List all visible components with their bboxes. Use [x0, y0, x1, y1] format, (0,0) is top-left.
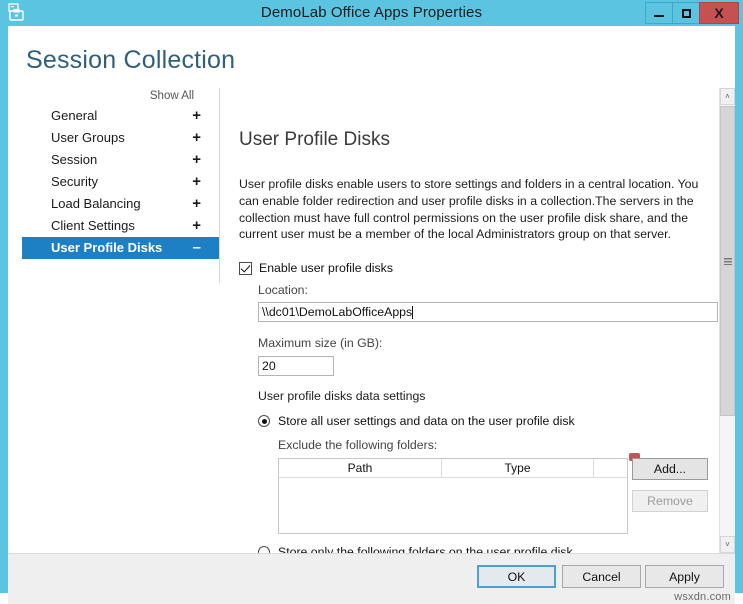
data-settings-label: User profile disks data settings [258, 389, 426, 403]
properties-window: DemoLab Office Apps Properties X Session… [0, 0, 743, 604]
show-all-link[interactable]: Show All [22, 88, 219, 105]
minimize-button[interactable] [645, 2, 673, 24]
expand-plus-icon: + [192, 217, 201, 234]
ok-button[interactable]: OK [477, 565, 556, 588]
expand-plus-icon: + [192, 151, 201, 168]
remove-button: Remove [632, 490, 708, 512]
sidebar-nav: Show All General + User Groups + Session… [22, 88, 219, 259]
window-controls: X [645, 2, 739, 24]
cancel-button[interactable]: Cancel [562, 565, 641, 588]
sidebar-item-user-profile-disks[interactable]: User Profile Disks – [22, 237, 219, 259]
nav-divider [219, 88, 220, 283]
page-title: Session Collection [26, 46, 236, 74]
location-input[interactable]: \\dc01\DemoLabOfficeApps [258, 302, 718, 322]
store-only-radio-row[interactable]: Store only the following folders on the … [258, 545, 573, 553]
expand-plus-icon: + [192, 107, 201, 124]
sidebar-item-load-balancing[interactable]: Load Balancing + [22, 193, 219, 215]
sidebar-item-general[interactable]: General + [22, 105, 219, 127]
close-icon: X [714, 5, 724, 21]
apply-button[interactable]: Apply [645, 565, 724, 588]
column-header-path[interactable]: Path [279, 459, 442, 477]
store-all-radio-row[interactable]: Store all user settings and data on the … [258, 414, 575, 428]
title-bar: DemoLab Office Apps Properties X [0, 0, 743, 26]
sidebar-item-label: User Groups [51, 130, 125, 145]
scrollbar-grip-icon [723, 257, 732, 265]
table-header-row: Path Type [279, 459, 627, 478]
table-body [279, 478, 627, 534]
sidebar-item-label: General [51, 108, 98, 123]
enable-user-profile-disks-label: Enable user profile disks [259, 261, 393, 275]
collapse-minus-icon: – [192, 239, 201, 256]
chevron-up-icon: ˄ [725, 91, 730, 101]
dialog-body: Session Collection Show All General + Us… [8, 26, 735, 604]
sidebar-item-label: Load Balancing [51, 196, 141, 211]
sidebar-item-label: Session [51, 152, 98, 167]
max-size-input-value: 20 [262, 359, 276, 373]
max-size-label: Maximum size (in GB): [258, 336, 383, 350]
exclude-folders-label: Exclude the following folders: [278, 438, 438, 452]
exclude-folders-table[interactable]: Path Type [278, 458, 628, 534]
enable-user-profile-disks-checkbox[interactable] [239, 261, 252, 275]
expand-plus-icon: + [192, 129, 201, 146]
pane-scrollbar[interactable]: ˄ ˅ [719, 88, 735, 553]
text-caret [412, 305, 414, 319]
store-only-radio-label: Store only the following folders on the … [278, 545, 573, 553]
sidebar-item-session[interactable]: Session + [22, 149, 219, 171]
add-button[interactable]: Add... [632, 458, 708, 480]
location-label: Location: [258, 283, 308, 297]
sidebar-item-security[interactable]: Security + [22, 171, 219, 193]
store-all-radio-label: Store all user settings and data on the … [278, 414, 575, 428]
scroll-down-button[interactable]: ˅ [720, 536, 735, 553]
window-title: DemoLab Office Apps Properties [260, 4, 483, 21]
scroll-up-button[interactable]: ˄ [720, 88, 735, 105]
section-title: User Profile Disks [239, 129, 390, 150]
settings-pane: User Profile Disks User profile disks en… [230, 88, 735, 553]
location-input-value: \\dc01\DemoLabOfficeApps [262, 305, 413, 319]
maximize-button[interactable] [672, 2, 700, 24]
sidebar-item-label: User Profile Disks [51, 240, 163, 255]
sidebar-item-user-groups[interactable]: User Groups + [22, 127, 219, 149]
store-all-radio[interactable] [258, 415, 270, 427]
expand-plus-icon: + [192, 195, 201, 212]
chevron-down-icon: ˅ [725, 539, 730, 549]
close-button[interactable]: X [699, 2, 739, 24]
expand-plus-icon: + [192, 173, 201, 190]
column-header-type[interactable]: Type [442, 459, 594, 477]
section-description: User profile disks enable users to store… [239, 177, 699, 242]
column-header-extra[interactable] [594, 459, 627, 477]
enable-user-profile-disks-row[interactable]: Enable user profile disks [239, 261, 393, 275]
max-size-input[interactable]: 20 [258, 356, 334, 376]
sidebar-item-label: Security [51, 174, 98, 189]
scrollbar-thumb[interactable] [720, 106, 735, 416]
minimize-icon [654, 15, 664, 17]
dialog-footer: OK Cancel Apply wsxdn.com [8, 553, 735, 604]
sidebar-item-label: Client Settings [51, 218, 135, 233]
maximize-icon [681, 8, 691, 18]
sidebar-item-client-settings[interactable]: Client Settings + [22, 215, 219, 237]
store-only-radio[interactable] [258, 546, 270, 553]
